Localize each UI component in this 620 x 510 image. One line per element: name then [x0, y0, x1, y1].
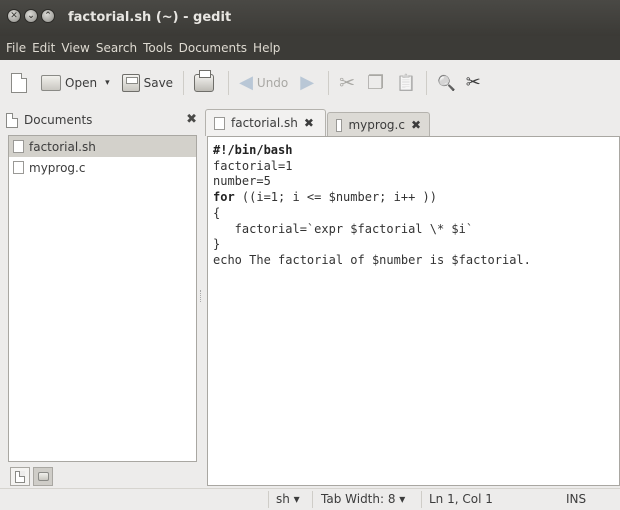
document-icon	[15, 470, 25, 483]
toolbar: Open ▾ Save ◀ Undo ▶ ✂ ❐ 📋 🔍 ✂	[0, 60, 620, 106]
window-close-button[interactable]: ✕	[7, 9, 21, 23]
text-file-icon	[336, 118, 343, 132]
new-document-icon	[11, 73, 27, 93]
text-file-icon	[13, 140, 24, 153]
code-line: factorial=`expr $factorial \* $i`	[213, 221, 474, 236]
window-title: factorial.sh (~) - gedit	[68, 10, 232, 25]
documents-tab[interactable]	[10, 467, 30, 486]
tab-label: myprog.c	[348, 118, 405, 132]
toolbar-separator	[426, 71, 427, 95]
list-item-label: myprog.c	[29, 160, 86, 175]
title-bar: ✕ ⌄ ⌃ factorial.sh (~) - gedit	[0, 0, 620, 36]
redo-button[interactable]: ▶	[297, 68, 321, 98]
keyword: for	[213, 190, 235, 205]
code-line: for ((i=1; i <= $number; i++ ))	[213, 190, 437, 205]
tab-factorial-sh[interactable]: factorial.sh ✖	[205, 109, 326, 136]
list-item-label: factorial.sh	[29, 139, 96, 154]
tab-close-icon[interactable]: ✖	[411, 118, 421, 132]
documents-icon	[6, 112, 18, 128]
undo-label: Undo	[256, 76, 289, 90]
code-line: #!/bin/bash	[213, 143, 293, 157]
close-icon: ✕	[10, 10, 18, 21]
paste-icon: 📋	[396, 73, 416, 92]
open-button[interactable]: Open	[38, 68, 100, 98]
copy-icon: ❐	[367, 71, 385, 94]
maximize-icon: ⌃	[44, 10, 52, 21]
list-item-factorial-sh[interactable]: factorial.sh	[9, 136, 196, 157]
open-label: Open	[65, 76, 98, 90]
save-icon	[121, 74, 140, 92]
new-button[interactable]	[8, 68, 34, 98]
cut-icon: ✂	[339, 71, 356, 94]
menu-search[interactable]: Search	[93, 41, 140, 55]
side-panel-close-icon[interactable]: ✖	[186, 112, 197, 127]
text-file-icon	[214, 116, 225, 130]
replace-icon: ✂	[465, 72, 481, 93]
text-file-icon	[13, 161, 24, 174]
cursor-position: Ln 1, Col 1	[429, 492, 493, 506]
status-separator	[312, 491, 313, 508]
paste-button[interactable]: 📋	[393, 68, 419, 98]
search-icon: 🔍	[437, 73, 456, 92]
save-button[interactable]: Save	[119, 68, 176, 98]
tab-label: factorial.sh	[231, 116, 298, 130]
pane-resize-handle[interactable]	[200, 290, 203, 302]
insert-mode-indicator: INS	[566, 492, 587, 506]
list-item-myprog-c[interactable]: myprog.c	[9, 157, 196, 178]
file-browser-tab[interactable]	[33, 467, 53, 486]
code-line: number=5	[213, 174, 271, 189]
status-separator	[421, 491, 422, 508]
code-line: }	[213, 237, 221, 252]
replace-button[interactable]: ✂	[463, 68, 484, 98]
side-panel-header: Documents ✖	[6, 107, 201, 133]
redo-icon: ▶	[300, 72, 315, 93]
print-icon	[194, 70, 215, 92]
save-label: Save	[143, 76, 174, 90]
menu-help[interactable]: Help	[250, 41, 283, 55]
open-folder-icon	[41, 75, 61, 91]
toolbar-separator	[228, 71, 230, 95]
window-minimize-button[interactable]: ⌄	[24, 9, 38, 23]
side-panel-tabs	[10, 467, 53, 486]
print-button[interactable]	[191, 68, 221, 98]
status-bar: sh ▾ Tab Width: 8 ▾ Ln 1, Col 1 INS	[0, 488, 620, 510]
cut-button[interactable]: ✂	[336, 68, 358, 98]
side-panel-title: Documents	[24, 113, 93, 127]
open-recent-dropdown[interactable]: ▾	[102, 68, 113, 98]
menu-view[interactable]: View	[58, 41, 92, 55]
code-line: {	[213, 205, 221, 220]
file-browser-icon	[37, 472, 49, 481]
menu-edit[interactable]: Edit	[29, 41, 58, 55]
minimize-icon: ⌄	[27, 10, 35, 21]
toolbar-separator	[183, 71, 185, 95]
language-selector[interactable]: sh ▾	[276, 492, 300, 506]
menu-bar: File Edit View Search Tools Documents He…	[0, 36, 620, 60]
code-line: factorial=1	[213, 158, 293, 173]
status-separator	[268, 491, 269, 508]
undo-button[interactable]: ◀ Undo	[236, 68, 291, 98]
toolbar-separator	[328, 71, 330, 95]
window-maximize-button[interactable]: ⌃	[41, 9, 55, 23]
menu-documents[interactable]: Documents	[176, 41, 250, 55]
undo-icon: ◀	[239, 72, 253, 93]
find-button[interactable]: 🔍	[434, 68, 459, 98]
documents-list: factorial.sh myprog.c	[8, 135, 197, 462]
copy-button[interactable]: ❐	[364, 68, 387, 98]
text-editor[interactable]: #!/bin/bash factorial=1 number=5 for ((i…	[207, 136, 620, 486]
tab-myprog-c[interactable]: myprog.c ✖	[327, 112, 430, 137]
menu-file[interactable]: File	[3, 41, 29, 55]
menu-tools[interactable]: Tools	[140, 41, 176, 55]
tab-width-selector[interactable]: Tab Width: 8 ▾	[321, 492, 405, 506]
chevron-down-icon: ▾	[105, 78, 110, 88]
code-line: echo The factorial of $number is $factor…	[213, 252, 531, 267]
tab-close-icon[interactable]: ✖	[304, 116, 314, 130]
